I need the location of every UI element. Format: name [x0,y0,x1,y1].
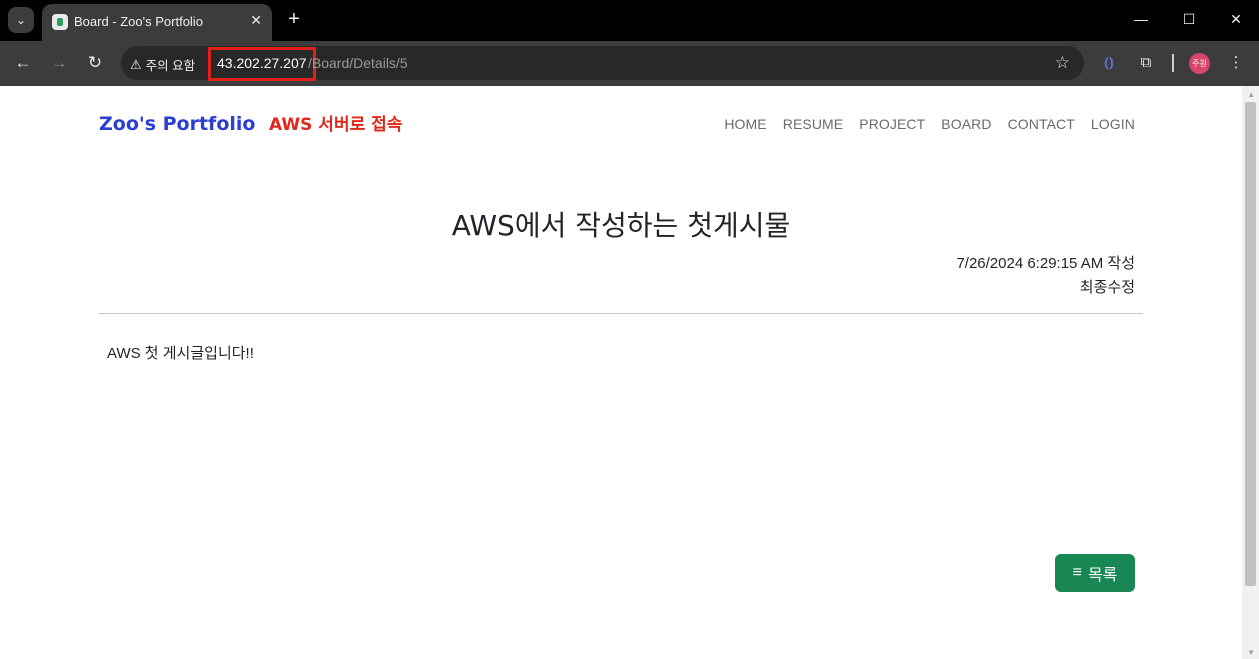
chevron-down-icon: ⌄ [15,13,27,27]
favicon-icon [52,14,68,30]
extensions-icon[interactable]: ⧉ [1135,52,1157,74]
site-brand-link[interactable]: Zoo's Portfolio [99,113,255,135]
post-title: AWS에서 작성하는 첫게시물 [451,209,791,242]
minimize-button[interactable]: — [1131,8,1151,30]
tab-search-button[interactable]: ⌄ [8,7,34,33]
reload-button[interactable]: ↻ [83,51,107,75]
url-host-highlighted[interactable]: 43.202.27.207 [208,47,316,81]
tab-title: Board - Zoo's Portfolio [74,14,203,29]
tab-bar: ⌄ Board - Zoo's Portfolio ✕ + — ☐ ✕ [0,0,1259,41]
browser-toolbar: ← → ↻ ⚠ 주의 요함 43.202.27.207 /Board/Detai… [0,41,1259,86]
main-nav: HOME RESUME PROJECT BOARD CONTACT LOGIN [724,116,1135,132]
more-menu-icon[interactable]: ⋮ [1225,52,1247,74]
vertical-scrollbar[interactable]: ▲ ▼ [1242,86,1259,659]
list-button-label: 목록 [1087,567,1118,584]
new-tab-button[interactable]: + [284,7,304,31]
maximize-button[interactable]: ☐ [1179,8,1199,30]
nav-home[interactable]: HOME [724,116,766,132]
post-body: AWS 첫 게시글입니다!! [107,345,254,362]
browser-tab[interactable]: Board - Zoo's Portfolio ✕ [42,4,272,41]
security-indicator[interactable]: ⚠ 주의 요함 [130,55,195,74]
address-bar[interactable]: ⚠ 주의 요함 43.202.27.207 /Board/Details/5 ☆ [121,46,1084,81]
nav-project[interactable]: PROJECT [859,116,925,132]
nav-contact[interactable]: CONTACT [1008,116,1075,132]
cast-icon[interactable]: ⦅⦆ [1098,52,1120,74]
url-path[interactable]: /Board/Details/5 [308,55,408,71]
list-button[interactable]: ≡ 목록 [1055,554,1135,592]
nav-resume[interactable]: RESUME [783,116,844,132]
nav-login[interactable]: LOGIN [1091,116,1135,132]
list-menu-icon: ≡ [1072,564,1082,581]
page-viewport: Zoo's Portfolio AWS 서버로 접속 HOME RESUME P… [0,86,1259,659]
profile-avatar[interactable]: 주원 [1189,53,1210,74]
toolbar-divider [1172,54,1174,72]
tab-close-icon[interactable]: ✕ [250,12,262,29]
close-window-button[interactable]: ✕ [1226,8,1246,30]
warning-icon: ⚠ [130,56,142,72]
back-button[interactable]: ← [11,51,35,75]
bookmark-star-icon[interactable]: ☆ [1055,53,1070,73]
post-created-date: 7/26/2024 6:29:15 AM 작성 [956,255,1135,272]
post-modified-label: 최종수정 [1079,279,1135,296]
nav-board[interactable]: BOARD [941,116,991,132]
forward-button[interactable]: → [47,51,71,75]
annotation-text: AWS 서버로 접속 [269,115,403,135]
content-divider [99,313,1143,314]
security-label: 주의 요함 [145,59,196,73]
scroll-thumb[interactable] [1245,102,1256,586]
scroll-up-icon[interactable]: ▲ [1247,90,1255,99]
scroll-down-icon[interactable]: ▼ [1247,648,1255,657]
